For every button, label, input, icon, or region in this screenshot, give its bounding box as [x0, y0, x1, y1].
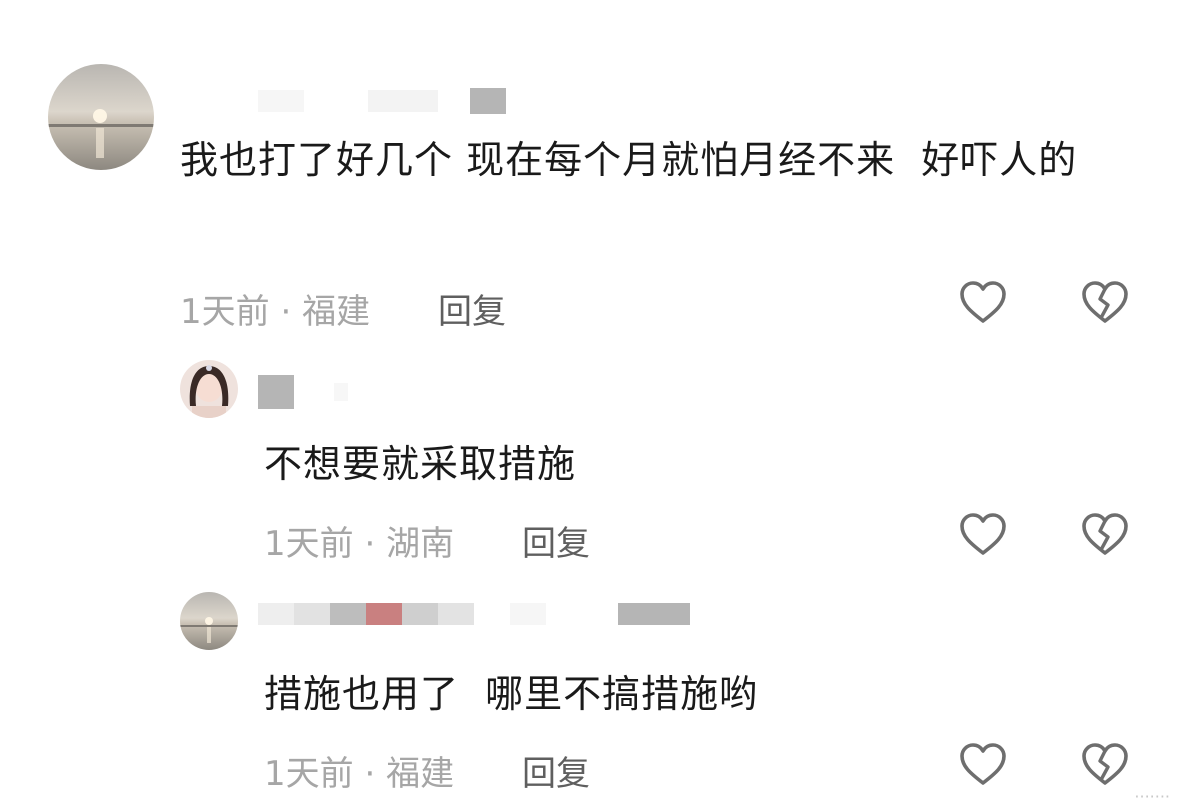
broken-heart-icon[interactable]: [1080, 280, 1130, 326]
reply-button[interactable]: 回复: [438, 284, 506, 333]
username-blurred[interactable]: [258, 603, 690, 625]
comment-location: 福建: [302, 292, 371, 332]
sunset-avatar-image: [48, 64, 154, 170]
comment-location: 湖南: [386, 524, 455, 564]
username-blurred[interactable]: [258, 88, 506, 114]
meta-separator: ·: [280, 292, 303, 332]
comment-location: 福建: [386, 754, 455, 794]
meta-separator: ·: [364, 754, 387, 794]
portrait-avatar-image: [180, 360, 238, 418]
avatar[interactable]: [180, 360, 238, 418]
comment-meta: 1天前 · 湖南: [264, 516, 454, 565]
comment-time: 1天前: [264, 754, 354, 794]
comment-meta: 1天前 · 福建: [180, 284, 370, 333]
broken-heart-icon[interactable]: [1080, 742, 1130, 788]
watermark: ·······: [1134, 787, 1170, 806]
meta-separator: ·: [364, 524, 387, 564]
sunset-avatar-image: [180, 592, 238, 650]
comment-text: 我也打了好几个 现在每个月就怕月经不来 好吓人的: [180, 138, 1078, 182]
reply-button[interactable]: 回复: [522, 746, 590, 795]
heart-outline-icon[interactable]: [958, 512, 1008, 558]
heart-outline-icon[interactable]: [958, 280, 1008, 326]
comment-meta: 1天前 · 福建: [264, 746, 454, 795]
broken-heart-icon[interactable]: [1080, 512, 1130, 558]
reply-button[interactable]: 回复: [522, 516, 590, 565]
comment-time: 1天前: [264, 524, 354, 564]
comment-text: 措施也用了 哪里不搞措施哟: [264, 672, 759, 716]
comment-text: 不想要就采取措施: [264, 442, 577, 486]
heart-outline-icon[interactable]: [958, 742, 1008, 788]
avatar[interactable]: [180, 592, 238, 650]
comment-time: 1天前: [180, 292, 270, 332]
username-blurred[interactable]: [258, 375, 348, 409]
avatar[interactable]: [48, 64, 154, 170]
comment-thread: 我也打了好几个 现在每个月就怕月经不来 好吓人的 1天前 · 福建 回复 不想要…: [0, 0, 1178, 812]
